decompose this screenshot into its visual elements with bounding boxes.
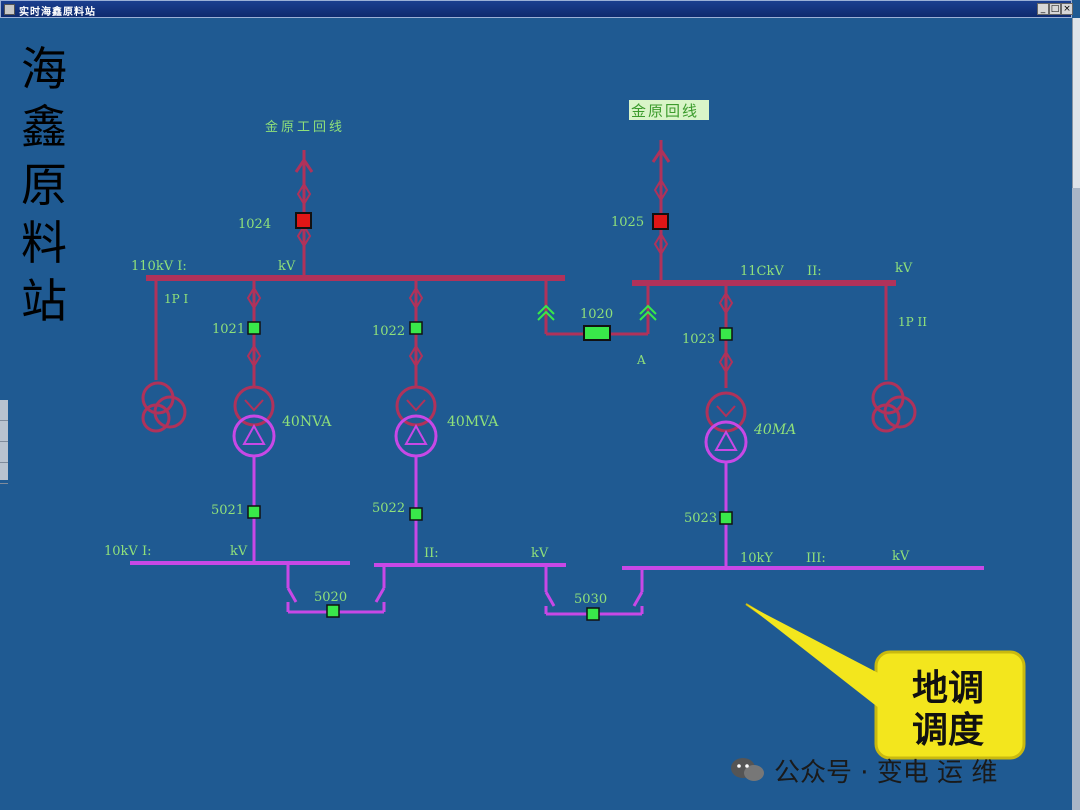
callout-line-1: 地调 bbox=[911, 668, 984, 709]
breaker-1025[interactable] bbox=[652, 213, 669, 230]
bus-110kv-one-unit: kV bbox=[278, 259, 296, 274]
pt-left-label: 1P I bbox=[164, 292, 189, 306]
bus-10kv-one-unit: kV bbox=[230, 544, 248, 559]
breaker-lv[interactable] bbox=[719, 511, 733, 525]
lv-breaker-label: 5021 bbox=[211, 503, 244, 518]
hv-breaker-label: 1021 bbox=[212, 322, 245, 337]
bus-10kv-two-label: II: bbox=[424, 546, 439, 561]
breaker-5030[interactable] bbox=[586, 607, 600, 621]
pt-right-label: 1P II bbox=[898, 315, 927, 329]
scada-window: 实时海鑫原料站 _ □ × 海 鑫 原 料 站 金原工回线 金原回线 1024 … bbox=[0, 0, 1080, 810]
bus-110kv-one-label: 110kV I: bbox=[131, 259, 187, 274]
callout-line-2: 调度 bbox=[911, 710, 984, 751]
breaker-1024[interactable] bbox=[295, 212, 312, 229]
bus-110kv-two-label: 11CkV bbox=[740, 264, 784, 279]
breaker-hv[interactable] bbox=[409, 321, 423, 335]
callout-text: 地调 调度 bbox=[886, 668, 1010, 752]
hv-breaker-label: 1022 bbox=[372, 324, 405, 339]
watermark: 公众号 · 变电 运 维 bbox=[730, 752, 997, 788]
line-label-left: 金原工回线 bbox=[265, 119, 345, 135]
lv-breaker-label: 5023 bbox=[684, 511, 717, 526]
bus-tie-tag: A bbox=[636, 353, 646, 367]
bus-10kv-one-label: 10kV I: bbox=[104, 544, 151, 559]
breaker-hv[interactable] bbox=[247, 321, 261, 335]
bus-10kv-two-unit: kV bbox=[531, 546, 549, 561]
hv-breaker-label: 1023 bbox=[682, 332, 715, 347]
lv-breaker-label: 5022 bbox=[372, 501, 405, 516]
bus-10kv-three-num: III: bbox=[806, 551, 826, 566]
line-label-right: 金原回线 bbox=[631, 102, 699, 120]
breaker-lv[interactable] bbox=[247, 505, 261, 519]
watermark-text: 公众号 · 变电 运 维 bbox=[774, 757, 998, 788]
breaker-lv[interactable] bbox=[409, 507, 423, 521]
label-1020: 1020 bbox=[580, 307, 613, 322]
label-5020: 5020 bbox=[314, 590, 347, 605]
bus-10kv-three-unit: kV bbox=[892, 549, 910, 564]
transformer-rating: 40MA bbox=[753, 422, 796, 438]
breaker-5020[interactable] bbox=[326, 604, 340, 618]
label-5030: 5030 bbox=[574, 592, 607, 607]
bus-110kv-two-unit: kV bbox=[895, 261, 913, 276]
bus-10kv-three-label: 10kY bbox=[740, 551, 773, 566]
breaker-hv[interactable] bbox=[719, 327, 733, 341]
breaker-1020[interactable] bbox=[583, 325, 611, 341]
wechat-icon bbox=[730, 756, 766, 784]
label-1024: 1024 bbox=[238, 217, 271, 232]
label-1025: 1025 bbox=[611, 215, 644, 230]
incoming-line-right bbox=[651, 140, 671, 282]
bus-110kv-two-num: II: bbox=[807, 264, 822, 279]
pt-right bbox=[871, 285, 917, 433]
transformer-rating: 40NVA bbox=[282, 414, 332, 430]
transformer-rating: 40MVA bbox=[447, 414, 499, 430]
